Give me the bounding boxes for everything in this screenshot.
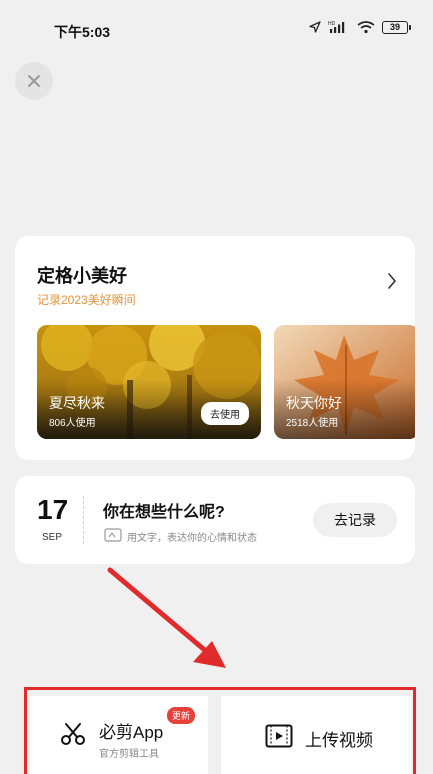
close-button[interactable] — [15, 62, 53, 100]
featured-card: 定格小美好 记录2023美好瞬间 夏尽秋来 806人使用 去使用 秋天你好 25… — [15, 236, 415, 460]
template-name: 秋天你好 — [286, 395, 342, 411]
note-card: 17 SEP 你在想些什么呢? 用文字，表达你的心情和状态 去记录 — [15, 476, 415, 564]
template-usage-count: 2518人使用 — [286, 418, 339, 429]
template-name: 夏尽秋来 — [49, 395, 105, 411]
close-icon — [28, 75, 40, 87]
featured-subtitle: 记录2023美好瞬间 — [37, 293, 136, 307]
hd-label: HD — [328, 21, 336, 27]
status-time: 下午5:03 — [54, 24, 111, 40]
location-icon — [309, 21, 321, 33]
annotation-highlight-box — [24, 687, 416, 774]
date-divider — [83, 496, 84, 544]
status-icons: HD 39 — [309, 20, 411, 34]
edit-note-icon — [104, 528, 122, 542]
note-hint: 用文字，表达你的心情和状态 — [127, 533, 257, 544]
record-button[interactable]: 去记录 — [313, 503, 397, 537]
date-month: SEP — [41, 532, 62, 543]
chevron-right-icon[interactable] — [387, 272, 397, 290]
use-template-button[interactable]: 去使用 — [201, 402, 249, 425]
template-tile-2[interactable]: 秋天你好 2518人使用 — [274, 325, 415, 439]
note-question: 你在想些什么呢? — [103, 504, 225, 521]
battery-level: 39 — [382, 20, 408, 34]
status-bar: 下午5:03 HD 39 — [0, 0, 433, 60]
template-usage-count: 806人使用 — [49, 418, 96, 429]
featured-title: 定格小美好 — [37, 266, 127, 286]
date-day: 17 — [37, 494, 69, 525]
signal-icon: HD — [328, 21, 345, 33]
battery-icon: 39 — [382, 20, 411, 34]
template-tile-1[interactable]: 夏尽秋来 806人使用 去使用 — [37, 325, 261, 439]
wifi-icon — [357, 21, 375, 34]
